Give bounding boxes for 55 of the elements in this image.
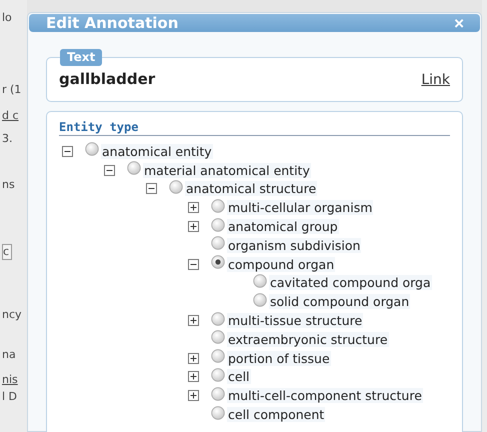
radio-button[interactable]: [169, 180, 183, 194]
collapse-icon[interactable]: [62, 146, 73, 157]
entity-type-legend: Entity type: [59, 120, 450, 136]
text-legend: Text: [60, 49, 102, 66]
page-text: 3.: [2, 132, 14, 146]
tree-item-label[interactable]: multi-tissue structure: [227, 313, 364, 328]
radio-button[interactable]: [211, 198, 225, 213]
tree-item-label[interactable]: cell component: [227, 407, 326, 422]
radio-button[interactable]: [211, 218, 225, 232]
radio-button[interactable]: [211, 386, 225, 401]
expand-icon[interactable]: [188, 221, 199, 232]
tree-item-label[interactable]: anatomical structure: [185, 181, 318, 196]
tree-item-label[interactable]: cell: [227, 369, 251, 384]
tree-item-label[interactable]: solid compound organ: [269, 294, 410, 310]
annotation-text: gallbladder: [59, 70, 156, 88]
link[interactable]: Link: [421, 72, 450, 88]
radio-button[interactable]: [211, 236, 225, 250]
page-text: lo: [2, 11, 13, 25]
page-text: r (1: [2, 83, 22, 97]
tree-item-label[interactable]: cavitated compound orga: [269, 275, 432, 290]
radio-button[interactable]: [211, 368, 225, 382]
dialog-title: Edit Annotation: [46, 14, 178, 32]
expand-icon[interactable]: [188, 315, 199, 326]
page-text: c: [2, 244, 12, 260]
radio-button[interactable]: [85, 142, 99, 156]
page-text: nis: [2, 373, 19, 387]
page-text: ncy: [2, 308, 23, 322]
radio-button[interactable]: [211, 330, 225, 344]
collapse-icon[interactable]: [104, 164, 115, 176]
collapse-icon[interactable]: [146, 183, 157, 194]
tree-item-label[interactable]: multi-cell-component structure: [227, 388, 423, 404]
tree-item-label[interactable]: portion of tissue: [227, 350, 331, 366]
radio-button[interactable]: [253, 292, 267, 307]
tree-item-label[interactable]: anatomical group: [227, 219, 339, 234]
tree-item-label[interactable]: multi-cellular organism: [227, 200, 374, 216]
expand-icon[interactable]: [188, 352, 199, 364]
expand-icon[interactable]: [188, 202, 199, 214]
tree-item-label[interactable]: extraembryonic structure: [227, 332, 389, 347]
radio-button[interactable]: [253, 274, 267, 288]
expand-icon[interactable]: [188, 371, 199, 382]
tree-item-label[interactable]: compound organ: [227, 256, 336, 272]
radio-button[interactable]: [211, 255, 225, 270]
radio-button[interactable]: [127, 161, 141, 176]
page-text: l D: [2, 390, 18, 404]
radio-button[interactable]: [211, 349, 225, 364]
tree-item-label[interactable]: anatomical entity: [101, 144, 213, 159]
page-text: na: [2, 348, 17, 362]
collapse-icon[interactable]: [188, 258, 199, 270]
tree-item-label[interactable]: organism subdivision: [227, 238, 362, 253]
tree-item-label[interactable]: material anatomical entity: [143, 162, 311, 178]
page-text: d c: [2, 109, 20, 123]
radio-button[interactable]: [211, 312, 225, 326]
expand-icon[interactable]: [188, 390, 199, 402]
radio-button[interactable]: [211, 406, 225, 420]
page-text: ns: [2, 178, 16, 192]
